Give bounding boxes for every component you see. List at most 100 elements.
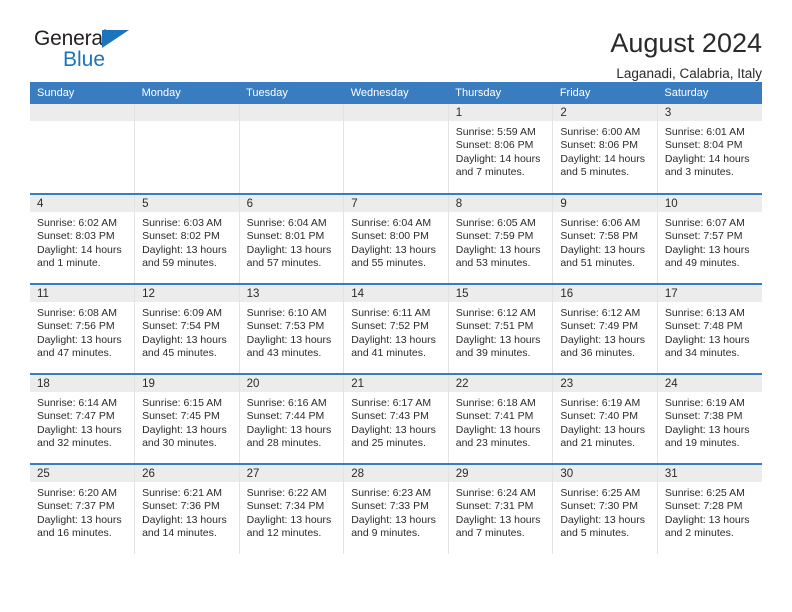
calendar-day-cell[interactable]: 26 Sunrise: 6:21 AM Sunset: 7:36 PM Dayl…: [134, 463, 240, 554]
calendar-day-cell[interactable]: 13 Sunrise: 6:10 AM Sunset: 7:53 PM Dayl…: [239, 283, 345, 374]
day-number: 17: [657, 285, 762, 302]
sunrise-text: Sunrise: 6:04 AM: [351, 217, 432, 229]
day-number: 7: [344, 195, 448, 212]
calendar-day-cell[interactable]: 22 Sunrise: 6:18 AM Sunset: 7:41 PM Dayl…: [448, 373, 554, 464]
calendar-day-cell[interactable]: 17 Sunrise: 6:13 AM Sunset: 7:48 PM Dayl…: [657, 283, 762, 374]
day-number: 16: [553, 285, 657, 302]
calendar-day-cell[interactable]: 4 Sunrise: 6:02 AM Sunset: 8:03 PM Dayli…: [30, 193, 136, 284]
page-masthead: General Blue August 2024 Laganadi, Calab…: [30, 0, 762, 81]
sunset-text: Sunset: 8:04 PM: [664, 139, 743, 152]
daylight-text-line1: Daylight: 13 hours: [664, 513, 750, 526]
day-details: Sunrise: 6:15 AM Sunset: 7:45 PM Dayligh…: [135, 392, 239, 451]
sunrise-text: Sunrise: 6:10 AM: [246, 307, 327, 319]
daylight-text-line1: Daylight: 13 hours: [37, 333, 122, 346]
calendar-day-cell[interactable]: 18 Sunrise: 6:14 AM Sunset: 7:47 PM Dayl…: [30, 373, 136, 464]
sunrise-text: Sunrise: 6:12 AM: [455, 307, 536, 319]
day-number: 29: [448, 465, 553, 482]
weekday-header-monday: Monday: [134, 82, 240, 104]
calendar-day-cell[interactable]: 21 Sunrise: 6:17 AM Sunset: 7:43 PM Dayl…: [343, 373, 449, 464]
day-details: Sunrise: 6:02 AM Sunset: 8:03 PM Dayligh…: [30, 212, 134, 271]
sunrise-text: Sunrise: 6:13 AM: [664, 307, 745, 319]
sunrise-text: Sunrise: 6:22 AM: [246, 487, 327, 499]
sunset-text: Sunset: 7:34 PM: [246, 500, 325, 513]
daylight-text-line1: Daylight: 13 hours: [246, 423, 332, 436]
day-number: 26: [135, 465, 239, 482]
day-number: 13: [239, 285, 344, 302]
calendar-day-cell[interactable]: 5 Sunrise: 6:03 AM Sunset: 8:02 PM Dayli…: [134, 193, 240, 284]
calendar-day-cell[interactable]: [239, 104, 345, 194]
calendar-week-row: 18 Sunrise: 6:14 AM Sunset: 7:47 PM Dayl…: [30, 373, 762, 464]
daylight-text-line2: and 43 minutes.: [246, 347, 322, 360]
calendar-day-cell[interactable]: 30 Sunrise: 6:25 AM Sunset: 7:30 PM Dayl…: [552, 463, 658, 554]
calendar-day-cell[interactable]: 6 Sunrise: 6:04 AM Sunset: 8:01 PM Dayli…: [239, 193, 345, 284]
daylight-text-line1: Daylight: 13 hours: [664, 423, 750, 436]
sunset-text: Sunset: 7:57 PM: [664, 230, 743, 243]
sunset-text: Sunset: 7:58 PM: [560, 230, 638, 243]
calendar-day-cell[interactable]: [30, 104, 136, 194]
daylight-text-line2: and 2 minutes.: [664, 527, 734, 540]
calendar-day-cell[interactable]: 10 Sunrise: 6:07 AM Sunset: 7:57 PM Dayl…: [657, 193, 762, 284]
day-number: 1: [448, 104, 553, 121]
calendar-day-cell[interactable]: [134, 104, 240, 194]
sunrise-text: Sunrise: 6:00 AM: [560, 126, 641, 138]
calendar-day-cell[interactable]: 28 Sunrise: 6:23 AM Sunset: 7:33 PM Dayl…: [343, 463, 449, 554]
sunrise-text: Sunrise: 6:17 AM: [351, 397, 432, 409]
daylight-text-line2: and 53 minutes.: [455, 257, 531, 270]
calendar-day-cell[interactable]: 31 Sunrise: 6:25 AM Sunset: 7:28 PM Dayl…: [657, 463, 762, 554]
sunrise-text: Sunrise: 5:59 AM: [455, 126, 536, 138]
daylight-text-line2: and 47 minutes.: [37, 347, 112, 360]
calendar-week-row: 1 Sunrise: 5:59 AM Sunset: 8:06 PM Dayli…: [30, 104, 762, 194]
day-details: Sunrise: 6:17 AM Sunset: 7:43 PM Dayligh…: [344, 392, 448, 451]
day-details: Sunrise: 6:14 AM Sunset: 7:47 PM Dayligh…: [30, 392, 134, 451]
daylight-text-line2: and 45 minutes.: [142, 347, 217, 360]
calendar-day-cell[interactable]: 23 Sunrise: 6:19 AM Sunset: 7:40 PM Dayl…: [552, 373, 658, 464]
calendar-day-cell[interactable]: 2 Sunrise: 6:00 AM Sunset: 8:06 PM Dayli…: [552, 104, 658, 194]
calendar-day-cell[interactable]: 19 Sunrise: 6:15 AM Sunset: 7:45 PM Dayl…: [134, 373, 240, 464]
daylight-text-line2: and 57 minutes.: [246, 257, 322, 270]
day-details: Sunrise: 6:10 AM Sunset: 7:53 PM Dayligh…: [240, 302, 344, 361]
daylight-text-line1: Daylight: 13 hours: [246, 333, 332, 346]
calendar-day-cell[interactable]: 3 Sunrise: 6:01 AM Sunset: 8:04 PM Dayli…: [657, 104, 762, 194]
calendar-day-cell[interactable]: 11 Sunrise: 6:08 AM Sunset: 7:56 PM Dayl…: [30, 283, 136, 374]
daylight-text-line2: and 49 minutes.: [664, 257, 740, 270]
calendar-day-cell[interactable]: 14 Sunrise: 6:11 AM Sunset: 7:52 PM Dayl…: [343, 283, 449, 374]
weekday-header-thursday: Thursday: [448, 82, 553, 104]
weekday-header-saturday: Saturday: [657, 82, 762, 104]
calendar-day-cell[interactable]: 25 Sunrise: 6:20 AM Sunset: 7:37 PM Dayl…: [30, 463, 136, 554]
day-details: Sunrise: 6:20 AM Sunset: 7:37 PM Dayligh…: [30, 482, 134, 541]
sunrise-text: Sunrise: 6:03 AM: [142, 217, 223, 229]
calendar-day-cell[interactable]: 15 Sunrise: 6:12 AM Sunset: 7:51 PM Dayl…: [448, 283, 554, 374]
calendar-day-cell[interactable]: 27 Sunrise: 6:22 AM Sunset: 7:34 PM Dayl…: [239, 463, 345, 554]
sunrise-text: Sunrise: 6:04 AM: [246, 217, 327, 229]
daylight-text-line2: and 16 minutes.: [37, 527, 112, 540]
calendar-day-cell[interactable]: 7 Sunrise: 6:04 AM Sunset: 8:00 PM Dayli…: [343, 193, 449, 284]
day-details: Sunrise: 6:22 AM Sunset: 7:34 PM Dayligh…: [240, 482, 344, 541]
daylight-text-line1: Daylight: 13 hours: [351, 423, 436, 436]
calendar-day-cell[interactable]: 29 Sunrise: 6:24 AM Sunset: 7:31 PM Dayl…: [448, 463, 554, 554]
weekday-header-wednesday: Wednesday: [343, 82, 449, 104]
sunset-text: Sunset: 7:31 PM: [455, 500, 534, 513]
day-number: [135, 104, 239, 121]
calendar-day-cell[interactable]: 20 Sunrise: 6:16 AM Sunset: 7:44 PM Dayl…: [239, 373, 345, 464]
calendar-week-row: 25 Sunrise: 6:20 AM Sunset: 7:37 PM Dayl…: [30, 463, 762, 554]
sunset-text: Sunset: 7:54 PM: [142, 320, 220, 333]
daylight-text-line1: Daylight: 13 hours: [351, 513, 436, 526]
day-details: Sunrise: 6:12 AM Sunset: 7:51 PM Dayligh…: [449, 302, 553, 361]
day-number: 10: [657, 195, 762, 212]
day-details: Sunrise: 6:11 AM Sunset: 7:52 PM Dayligh…: [344, 302, 448, 361]
calendar-day-cell[interactable]: 9 Sunrise: 6:06 AM Sunset: 7:58 PM Dayli…: [552, 193, 658, 284]
day-details: Sunrise: 6:25 AM Sunset: 7:30 PM Dayligh…: [553, 482, 657, 541]
calendar-day-cell[interactable]: 24 Sunrise: 6:19 AM Sunset: 7:38 PM Dayl…: [657, 373, 762, 464]
daylight-text-line2: and 41 minutes.: [351, 347, 426, 360]
calendar-day-cell[interactable]: 16 Sunrise: 6:12 AM Sunset: 7:49 PM Dayl…: [552, 283, 658, 374]
sunset-text: Sunset: 7:45 PM: [142, 410, 220, 423]
calendar-day-cell[interactable]: 8 Sunrise: 6:05 AM Sunset: 7:59 PM Dayli…: [448, 193, 554, 284]
calendar-day-cell[interactable]: 12 Sunrise: 6:09 AM Sunset: 7:54 PM Dayl…: [134, 283, 240, 374]
day-number: 15: [448, 285, 553, 302]
calendar-day-cell[interactable]: 1 Sunrise: 5:59 AM Sunset: 8:06 PM Dayli…: [448, 104, 554, 194]
day-details: Sunrise: 6:21 AM Sunset: 7:36 PM Dayligh…: [135, 482, 239, 541]
day-details: Sunrise: 5:59 AM Sunset: 8:06 PM Dayligh…: [449, 121, 553, 180]
daylight-text-line2: and 12 minutes.: [246, 527, 322, 540]
calendar-body: 1 Sunrise: 5:59 AM Sunset: 8:06 PM Dayli…: [30, 104, 762, 554]
calendar-day-cell[interactable]: [343, 104, 449, 194]
